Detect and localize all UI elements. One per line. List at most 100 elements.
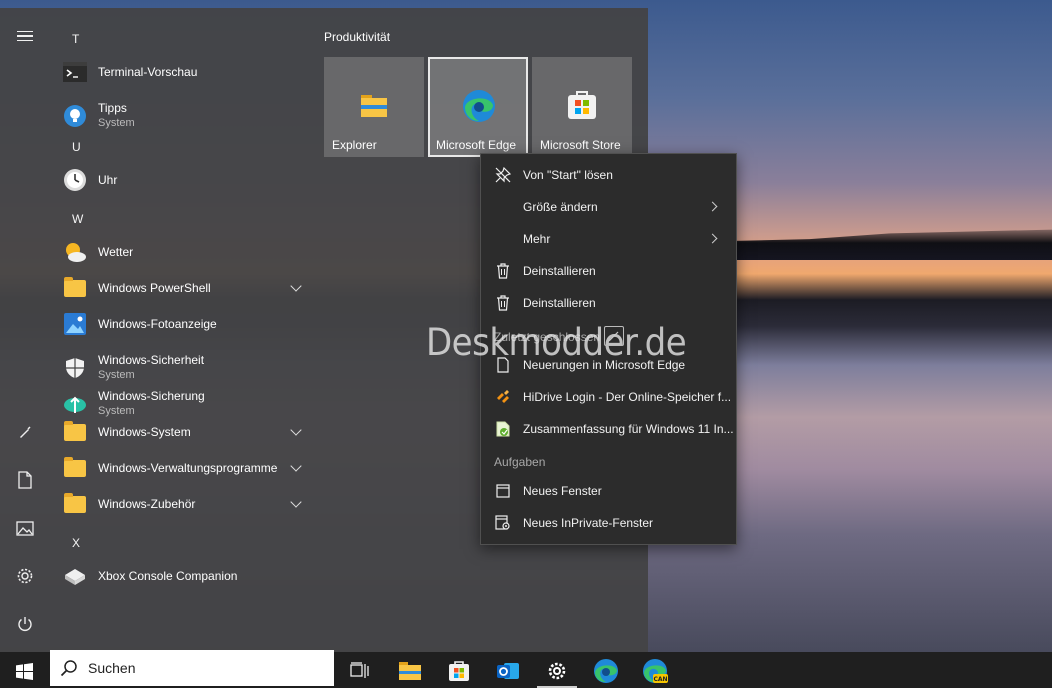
chevron-down-icon[interactable] xyxy=(290,280,302,292)
trash-icon xyxy=(495,295,511,311)
app-windows-system[interactable]: Windows-System xyxy=(60,416,310,448)
search-box[interactable]: Suchen xyxy=(50,650,334,686)
ctx-label: Deinstallieren xyxy=(523,264,596,278)
chevron-down-icon[interactable] xyxy=(290,424,302,436)
app-windows-zubehoer[interactable]: Windows-Zubehör xyxy=(60,488,310,520)
app-name: Xbox Console Companion xyxy=(98,568,238,583)
app-windows-sicherheit[interactable]: Windows-Sicherheit System xyxy=(60,352,310,384)
ctx-new-window[interactable]: Neues Fenster xyxy=(481,475,736,507)
app-xbox-console-companion[interactable]: Xbox Console Companion xyxy=(60,560,310,592)
chevron-down-icon[interactable] xyxy=(290,460,302,472)
menu-icon[interactable] xyxy=(13,24,37,48)
edge-icon[interactable] xyxy=(586,656,626,686)
ctx-unpin-from-start[interactable]: Von "Start" lösen xyxy=(481,159,736,191)
ctx-recent-item[interactable]: HiDrive Login - Der Online-Speicher f... xyxy=(481,381,736,413)
tips-icon xyxy=(62,103,88,129)
ctx-recent-item[interactable]: Zusammenfassung für Windows 11 In... xyxy=(481,413,736,445)
ctx-uninstall[interactable]: Deinstallieren xyxy=(481,287,736,319)
app-name: Terminal-Vorschau xyxy=(98,64,198,79)
ctx-label: Größe ändern xyxy=(523,200,598,214)
clock-icon xyxy=(62,167,88,193)
app-tipps[interactable]: Tipps System xyxy=(60,100,310,132)
ctx-uninstall[interactable]: Deinstallieren xyxy=(481,255,736,287)
shield-icon xyxy=(62,355,88,381)
site-favicon-icon xyxy=(495,421,511,437)
ctx-label: Neues Fenster xyxy=(523,484,602,498)
settings-icon[interactable] xyxy=(13,564,37,588)
tile-group-title[interactable]: Produktivität xyxy=(324,30,390,44)
ctx-label: HiDrive Login - Der Online-Speicher f... xyxy=(523,390,732,404)
tile-explorer[interactable]: Explorer xyxy=(324,57,424,157)
ctx-recent-item[interactable]: Neuerungen in Microsoft Edge xyxy=(481,349,736,381)
app-terminal-vorschau[interactable]: Terminal-Vorschau xyxy=(60,56,310,88)
ctx-label: Von "Start" lösen xyxy=(523,168,613,182)
app-name: Tipps xyxy=(98,101,127,115)
folder-icon xyxy=(62,491,88,517)
task-view-icon[interactable] xyxy=(340,656,380,686)
ctx-resize[interactable]: Größe ändern xyxy=(481,191,736,223)
edge-canary-icon[interactable]: CAN xyxy=(635,656,675,686)
store-icon[interactable] xyxy=(439,656,479,686)
app-sublabel: System xyxy=(98,117,135,129)
start-icon[interactable] xyxy=(4,656,44,686)
watermark-edit-icon xyxy=(604,326,624,346)
app-windows-fotoanzeige[interactable]: Windows-Fotoanzeige xyxy=(60,308,310,340)
document-icon[interactable] xyxy=(13,468,37,492)
start-rail xyxy=(0,8,50,652)
app-windows-powershell[interactable]: Windows PowerShell xyxy=(60,272,310,304)
weather-icon xyxy=(62,239,88,265)
tile-label: Explorer xyxy=(332,138,377,152)
tile-microsoft-store[interactable]: Microsoft Store xyxy=(532,57,632,157)
ctx-label: Neuerungen in Microsoft Edge xyxy=(523,358,686,372)
settings-icon[interactable] xyxy=(537,656,577,688)
chevron-right-icon xyxy=(707,201,718,212)
app-name: Windows PowerShell xyxy=(98,280,211,295)
app-wetter[interactable]: Wetter xyxy=(60,236,310,268)
ctx-label: Zusammenfassung für Windows 11 In... xyxy=(523,422,734,436)
letter-header[interactable]: X xyxy=(72,536,80,550)
app-name: Wetter xyxy=(98,244,134,259)
chevron-right-icon xyxy=(707,233,718,244)
ctx-label: Mehr xyxy=(523,232,551,246)
tile-microsoft-edge[interactable]: Microsoft Edge xyxy=(428,57,528,157)
unpin-icon xyxy=(495,167,511,183)
xbox-icon xyxy=(62,563,88,589)
letter-header[interactable]: W xyxy=(72,212,83,226)
ctx-label: Deinstallieren xyxy=(523,296,596,310)
search-icon xyxy=(60,660,77,677)
folder-icon xyxy=(62,419,88,445)
app-windows-verwaltungsprogramme[interactable]: Windows-Verwaltungsprogramme xyxy=(60,452,310,484)
context-menu: Von "Start" lösen Größe ändern Mehr Dein… xyxy=(480,153,737,545)
app-name: Windows-Sicherung xyxy=(98,389,205,403)
terminal-icon xyxy=(62,59,88,85)
backup-icon xyxy=(62,391,88,417)
tile-label: Microsoft Edge xyxy=(436,138,517,152)
pen-icon[interactable] xyxy=(13,420,37,444)
inprivate-icon xyxy=(495,515,511,531)
photo-viewer-icon xyxy=(62,311,88,337)
outlook-icon[interactable] xyxy=(488,656,528,686)
letter-header[interactable]: U xyxy=(72,140,81,154)
app-name: Windows-Fotoanzeige xyxy=(98,316,217,331)
power-icon[interactable] xyxy=(13,612,37,636)
app-name: Windows-Sicherheit xyxy=(98,353,205,367)
trash-icon xyxy=(495,263,511,279)
app-name: Windows-System xyxy=(98,424,191,439)
hidrive-icon xyxy=(495,389,511,405)
edge-icon xyxy=(462,89,495,122)
tasks-header: Aufgaben xyxy=(494,455,546,469)
app-name: Windows-Verwaltungsprogramme xyxy=(98,460,278,475)
app-uhr[interactable]: Uhr xyxy=(60,164,310,196)
ctx-more[interactable]: Mehr xyxy=(481,223,736,255)
pictures-icon[interactable] xyxy=(13,516,37,540)
app-sublabel: System xyxy=(98,369,135,381)
folder-icon xyxy=(62,275,88,301)
chevron-down-icon[interactable] xyxy=(290,496,302,508)
letter-header[interactable]: T xyxy=(72,32,79,46)
search-input[interactable]: Suchen xyxy=(88,660,135,676)
ctx-new-inprivate-window[interactable]: Neues InPrivate-Fenster xyxy=(481,507,736,539)
file-explorer-icon xyxy=(358,89,390,121)
file-explorer-icon[interactable] xyxy=(390,656,430,686)
page-icon xyxy=(495,357,511,373)
recently-closed-header: Zuletzt geschlossen xyxy=(494,330,601,344)
